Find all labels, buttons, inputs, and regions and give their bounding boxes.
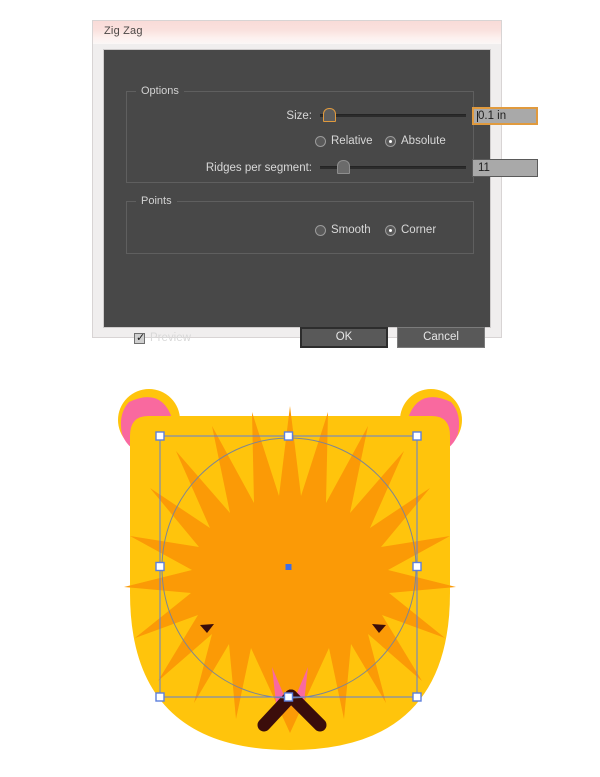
size-label: Size: [286, 110, 312, 122]
radio-absolute-label: Absolute [401, 135, 446, 147]
zig-zag-dialog: Zig Zag Options Size: 0.1 in Relative Ab… [92, 20, 538, 348]
ridges-slider-knob[interactable] [337, 160, 351, 174]
dialog-titlebar[interactable]: Zig Zag [93, 21, 501, 44]
center-point-marker [285, 564, 292, 570]
handle-bottom-left [155, 692, 165, 702]
radio-absolute[interactable]: Absolute [385, 135, 446, 147]
ridges-slider[interactable] [320, 160, 466, 174]
handle-bottom-center [283, 692, 294, 702]
radio-absolute-indicator[interactable] [385, 135, 396, 147]
handle-top-center [283, 431, 294, 441]
points-group-title: Points [136, 195, 177, 207]
check-icon: ✓ [136, 331, 146, 344]
handle-mid-left [155, 561, 165, 572]
size-input[interactable]: 0.1 in [472, 107, 538, 125]
radio-relative-indicator[interactable] [315, 135, 326, 147]
options-group-title: Options [136, 85, 184, 97]
preview-label: Preview [150, 332, 191, 344]
size-slider[interactable] [320, 108, 466, 122]
screen: Zig Zag Options Size: 0.1 in Relative Ab… [0, 0, 600, 777]
dialog-panel: Options Size: 0.1 in Relative Absolute R… [103, 49, 538, 348]
preview-checkbox[interactable]: ✓ Preview [134, 332, 191, 344]
handle-top-right [412, 431, 422, 441]
radio-corner[interactable]: Corner [385, 224, 436, 236]
radio-corner-label: Corner [401, 224, 437, 236]
cancel-button[interactable]: Cancel [397, 327, 485, 348]
ridges-input[interactable]: 11 [472, 159, 538, 177]
size-slider-track[interactable] [320, 114, 466, 117]
handle-top-left [155, 431, 165, 441]
size-slider-knob[interactable] [322, 108, 336, 122]
radio-smooth[interactable]: Smooth [315, 224, 371, 236]
ridges-label: Ridges per segment: [205, 162, 312, 174]
radio-relative-label: Relative [331, 135, 373, 147]
radio-relative[interactable]: Relative [315, 135, 373, 147]
preview-checkbox-box[interactable]: ✓ [134, 331, 146, 344]
handle-mid-right [412, 561, 422, 572]
radio-smooth-indicator[interactable] [315, 224, 326, 236]
ok-button[interactable]: OK [300, 327, 388, 348]
canvas-artwork[interactable] [100, 378, 500, 760]
handle-bottom-right [412, 692, 422, 702]
dialog-title: Zig Zag [104, 25, 143, 37]
radio-corner-indicator[interactable] [385, 224, 396, 236]
radio-smooth-label: Smooth [331, 224, 371, 236]
